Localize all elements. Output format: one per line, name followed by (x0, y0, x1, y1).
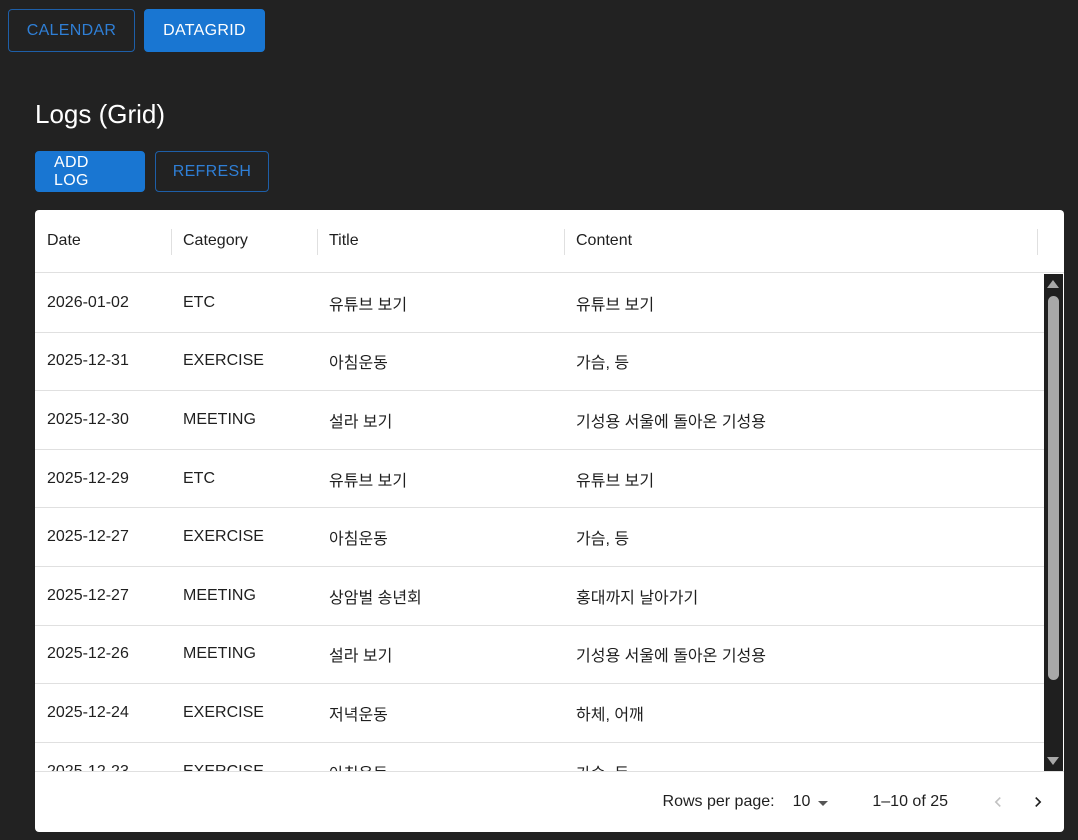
cell-content: 홍대까지 날아가기 (576, 589, 699, 607)
column-header-title[interactable]: Title (317, 232, 564, 250)
cell-category: MEETING (183, 410, 256, 428)
previous-page-button[interactable] (978, 782, 1018, 822)
refresh-button[interactable]: REFRESH (155, 151, 269, 192)
table-row[interactable]: 2025-12-27 MEETING 상암벌 송년회 홍대까지 날아가기 (35, 567, 1044, 626)
table-row[interactable]: 2025-12-29 ETC 유튜브 보기 유튜브 보기 (35, 450, 1044, 509)
table-row[interactable]: 2025-12-26 MEETING 설라 보기 기성용 서울에 돌아온 기성용 (35, 626, 1044, 685)
cell-content: 유튜브 보기 (576, 472, 655, 490)
cell-title: 저녁운동 (329, 706, 388, 724)
table-row[interactable]: 2025-12-24 EXERCISE 저녁운동 하체, 어깨 (35, 684, 1044, 743)
caret-down-icon (818, 800, 829, 806)
action-bar: ADD LOG REFRESH (35, 151, 269, 192)
cell-content: 유튜브 보기 (576, 296, 655, 314)
cell-category: EXERCISE (171, 763, 317, 771)
cell-category: EXERCISE (183, 528, 264, 546)
cell-category: MEETING (183, 645, 256, 663)
cell-content: 하체, 어깨 (576, 706, 644, 724)
cell-date: 2025-12-27 (47, 586, 129, 604)
cell-date: 2025-12-29 (47, 469, 129, 487)
cell-category: ETC (183, 469, 215, 487)
datagrid-tab-button[interactable]: DATAGRID (144, 9, 265, 52)
rows-per-page-select[interactable]: 10 (793, 793, 829, 811)
cell-title: 유튜브 보기 (329, 296, 408, 314)
logs-data-grid: Date Category Title Content 2026-01-02 E… (35, 210, 1064, 832)
cell-category: MEETING (183, 586, 256, 604)
cell-category: ETC (183, 293, 215, 311)
scroll-down-arrow-icon[interactable] (1047, 757, 1059, 765)
cell-content: 기성용 서울에 돌아온 기성용 (576, 648, 766, 666)
rows-per-page-label: Rows per page: (662, 793, 775, 810)
column-header-date[interactable]: Date (35, 232, 171, 250)
scrollbar-thumb[interactable] (1048, 296, 1059, 680)
cell-date: 2025-12-24 (47, 703, 129, 721)
cell-title: 설라 보기 (329, 413, 393, 431)
column-separator[interactable] (171, 229, 172, 255)
cell-category: EXERCISE (183, 352, 264, 370)
cell-title: 유튜브 보기 (329, 472, 408, 490)
add-log-button[interactable]: ADD LOG (35, 151, 145, 192)
grid-pagination: Rows per page: 10 1–10 of 25 (35, 771, 1064, 832)
cell-category: EXERCISE (183, 703, 264, 721)
cell-title: 아침운동 (329, 355, 388, 373)
page-range-label: 1–10 of 25 (872, 793, 948, 810)
table-row[interactable]: 2025-12-23 EXERCISE 아침운동 가슴, 등 (35, 743, 1044, 771)
table-row[interactable]: 2025-12-27 EXERCISE 아침운동 가슴, 등 (35, 508, 1044, 567)
cell-date: 2025-12-26 (47, 645, 129, 663)
column-separator[interactable] (317, 229, 318, 255)
cell-date: 2025-12-30 (47, 410, 129, 428)
cell-title: 상암벌 송년회 (329, 589, 422, 607)
cell-title: 설라 보기 (329, 648, 393, 666)
cell-date: 2026-01-02 (47, 293, 129, 311)
cell-date: 2025-12-27 (47, 528, 129, 546)
cell-content: 기성용 서울에 돌아온 기성용 (576, 413, 766, 431)
cell-date: 2025-12-23 (35, 763, 171, 771)
table-row[interactable]: 2026-01-02 ETC 유튜브 보기 유튜브 보기 (35, 274, 1044, 333)
next-page-button[interactable] (1018, 782, 1058, 822)
chevron-left-icon (994, 797, 1001, 807)
cell-title: 아침운동 (329, 531, 388, 549)
column-separator[interactable] (1037, 229, 1038, 255)
vertical-scrollbar[interactable] (1044, 274, 1063, 771)
column-separator[interactable] (564, 229, 565, 255)
cell-date: 2025-12-31 (47, 352, 129, 370)
column-header-category[interactable]: Category (171, 232, 317, 250)
grid-body: 2026-01-02 ETC 유튜브 보기 유튜브 보기 2025-12-31 … (35, 274, 1044, 771)
cell-title: 아침운동 (317, 760, 564, 771)
table-row[interactable]: 2025-12-31 EXERCISE 아침운동 가슴, 등 (35, 333, 1044, 392)
grid-header: Date Category Title Content (35, 210, 1064, 273)
cell-content: 가슴, 등 (576, 355, 630, 373)
rows-per-page-value: 10 (792, 793, 811, 810)
chevron-right-icon (1035, 797, 1042, 807)
column-header-content[interactable]: Content (564, 232, 1038, 250)
cell-content: 가슴, 등 (576, 531, 630, 549)
page-title: Logs (Grid) (35, 99, 166, 129)
calendar-tab-button[interactable]: CALENDAR (8, 9, 135, 52)
top-nav: CALENDAR DATAGRID (8, 9, 265, 52)
cell-content: 가슴, 등 (564, 760, 1038, 771)
table-row[interactable]: 2025-12-30 MEETING 설라 보기 기성용 서울에 돌아온 기성용 (35, 391, 1044, 450)
scroll-up-arrow-icon[interactable] (1047, 280, 1059, 288)
